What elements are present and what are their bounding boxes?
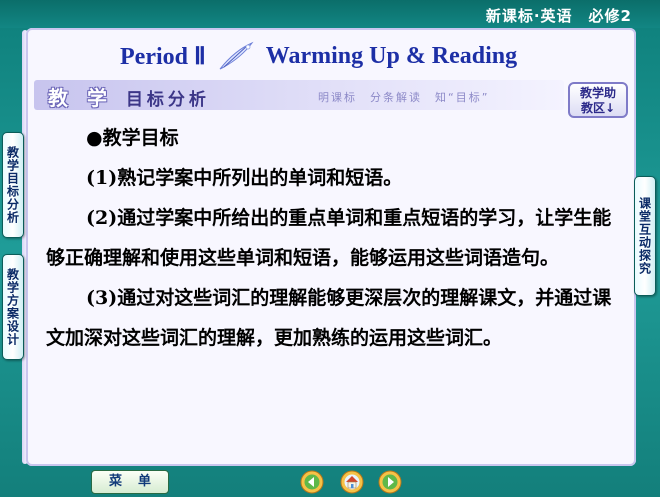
objectives-content: ●教学目标 (1)熟记学案中所列出的单词和短语。 (2)通过学案中所给出的重点单… xyxy=(46,118,624,358)
section-title: 教 学 目标分析 xyxy=(48,82,210,110)
teaching-aid-button[interactable]: 教学助 教区↓ xyxy=(568,82,628,118)
objective-item-3: (3)通过对这些词汇的理解能够更深层次的理解课文，并通过课文加深对这些词汇的理解… xyxy=(46,287,612,349)
tab-classroom-interaction[interactable]: 课堂互动探究 xyxy=(634,176,656,296)
home-icon[interactable] xyxy=(340,470,364,494)
tab-teaching-plan[interactable]: 教学方案设计 xyxy=(2,254,24,360)
course-label: 新课标·英语 必修2 xyxy=(485,7,632,25)
lesson-title: Warming Up & Reading xyxy=(265,42,518,69)
section-title-main: 教 学 xyxy=(48,86,113,110)
section-title-sub: 目标分析 xyxy=(125,90,210,110)
teaching-aid-line1: 教学助 xyxy=(579,86,616,100)
prev-arrow-icon[interactable] xyxy=(300,470,324,494)
teaching-aid-line2: 教区↓ xyxy=(580,101,616,115)
lesson-title-row: Period Ⅱ Warming Up & Reading xyxy=(120,38,590,74)
feather-icon xyxy=(219,41,254,70)
menu-button[interactable]: 菜单 xyxy=(91,470,169,494)
lesson-period: Period Ⅱ xyxy=(120,43,206,70)
tab-teaching-objectives[interactable]: 教学目标分析 xyxy=(2,132,24,238)
objectives-heading: ●教学目标 xyxy=(86,127,179,149)
objective-item-1: (1)熟记学案中所列出的单词和短语。 xyxy=(86,167,403,189)
next-arrow-icon[interactable] xyxy=(378,470,402,494)
top-bar: 新课标·英语 必修2 xyxy=(0,0,660,28)
objective-item-2: (2)通过学案中所给出的重点单词和重点短语的学习，让学生能够正确理解和使用这些单… xyxy=(46,207,612,269)
section-subtitle: 明课标 分条解读 知“目标” xyxy=(318,91,490,104)
